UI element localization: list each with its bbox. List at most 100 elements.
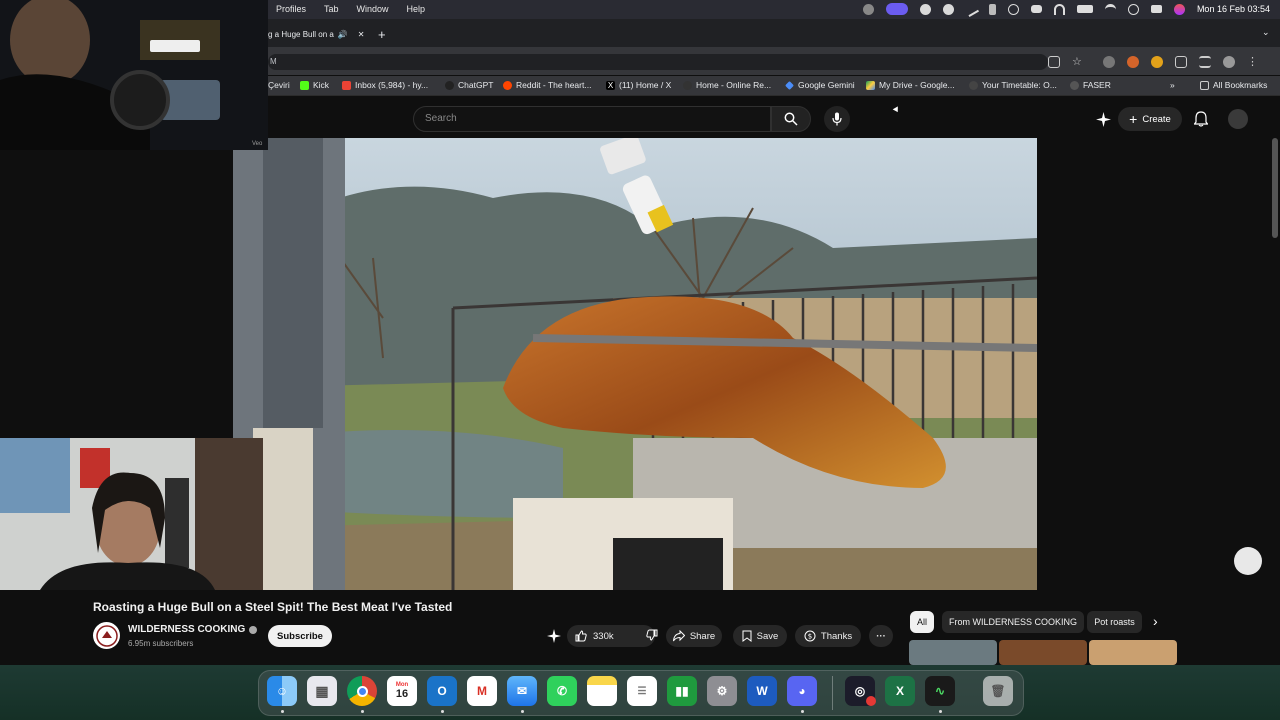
tab-search-icon[interactable]: ⌄ [1262, 27, 1270, 38]
all-bookmarks-folder[interactable]: All Bookmarks [1200, 80, 1267, 90]
share-button[interactable]: Share [666, 625, 722, 647]
running-indicator [801, 710, 804, 713]
menu-tab[interactable]: Tab [324, 4, 339, 14]
reminders-icon[interactable]: ☰ [627, 676, 657, 706]
thumbs-down-icon [645, 629, 658, 641]
mail-icon[interactable]: ✉ [507, 676, 537, 706]
channel-avatar[interactable] [93, 622, 120, 649]
calendar-icon[interactable]: Mon 16 [387, 676, 417, 706]
chip-pot-roasts[interactable]: Pot roasts [1087, 611, 1142, 633]
channel-watermark[interactable] [1234, 547, 1262, 575]
bookmark-drive[interactable]: My Drive - Google... [866, 80, 955, 90]
stocks-icon[interactable]: ∿ [925, 676, 955, 706]
close-tab-icon[interactable]: ✕ [358, 30, 365, 39]
extension-1-icon[interactable] [1103, 56, 1115, 68]
search-input[interactable]: Search [413, 106, 771, 132]
extensions-puzzle-icon[interactable] [1175, 56, 1187, 68]
share-label: Share [689, 630, 716, 642]
notes-icon[interactable] [587, 676, 617, 706]
bookmark-gemini[interactable]: Google Gemini [785, 80, 855, 90]
recommended-thumbnail[interactable] [999, 640, 1087, 665]
audio-icon[interactable]: 🔊 [338, 30, 348, 39]
save-button[interactable]: Save [733, 625, 787, 647]
excel-icon[interactable]: X [885, 676, 915, 706]
menu-profiles[interactable]: Profiles [276, 4, 306, 14]
gmail-icon[interactable]: M [467, 676, 497, 706]
channel-name[interactable]: WILDERNESS COOKING [128, 624, 258, 635]
recommended-thumbnail[interactable] [909, 640, 997, 665]
bookmark-chatgpt[interactable]: ChatGPT [445, 80, 493, 90]
profile-avatar-icon[interactable] [1223, 56, 1235, 68]
settings-icon[interactable]: ⚙ [707, 676, 737, 706]
numbers-icon[interactable]: ▮▮ [667, 676, 697, 706]
bookmark-reddit[interactable]: Reddit - The heart... [503, 80, 591, 90]
chrome-menu-icon[interactable]: ⋮ [1247, 56, 1259, 68]
finder-icon[interactable]: ☺ [267, 676, 297, 706]
siri-icon[interactable] [1173, 3, 1185, 15]
browser-tab[interactable]: g a Huge Bull on a 🔊 ✕ [268, 24, 368, 44]
install-app-icon[interactable] [1048, 56, 1060, 68]
bookmark-label: FASER [1083, 80, 1111, 90]
voice-search-button[interactable] [824, 106, 850, 132]
wifi-icon[interactable] [1104, 3, 1116, 15]
recommended-thumbnail[interactable] [1089, 640, 1177, 665]
bookmark-label: Home - Online Re... [696, 80, 772, 90]
bookmark-gmail[interactable]: Inbox (5,984) - hy... [342, 80, 428, 90]
notifications-bell-icon[interactable] [1193, 111, 1209, 132]
media-control-icon[interactable] [1199, 56, 1211, 68]
pen-icon[interactable] [963, 1, 979, 17]
word-icon[interactable]: W [747, 676, 777, 706]
screen-record-icon[interactable] [885, 3, 908, 15]
menu-window[interactable]: Window [357, 4, 389, 14]
menu-help[interactable]: Help [407, 4, 426, 14]
like-button[interactable]: 330k [575, 630, 614, 642]
create-button[interactable]: + Create [1118, 107, 1182, 131]
bookmark-kick[interactable]: Kick [300, 80, 329, 90]
launchpad-icon[interactable]: ▦ [307, 676, 337, 706]
address-bar[interactable]: M [268, 54, 1048, 70]
video-player[interactable] [233, 138, 1037, 590]
clock[interactable]: Mon 16 Feb 03:54 [1197, 4, 1270, 14]
reddit-icon [503, 80, 512, 90]
extension-3-icon[interactable] [1151, 56, 1163, 68]
status-dot-icon[interactable] [919, 3, 931, 15]
bottle-icon[interactable] [988, 3, 996, 15]
outlook-icon[interactable]: O [427, 676, 457, 706]
subscribe-button[interactable]: Subscribe [268, 625, 332, 647]
play-icon[interactable] [1007, 3, 1019, 15]
more-actions-button[interactable]: ··· [869, 625, 893, 647]
scrollbar[interactable] [1272, 138, 1278, 238]
chatgpt-icon [445, 80, 454, 90]
bookmark-ceviri[interactable]: Çeviri [268, 80, 290, 90]
battery-icon[interactable] [1076, 5, 1093, 13]
new-tab-icon[interactable]: + [378, 27, 386, 42]
account-avatar[interactable] [1228, 109, 1248, 129]
bookmark-timetable[interactable]: Your Timetable: O... [969, 80, 1057, 90]
bookmark-online-re[interactable]: Home - Online Re... [683, 80, 771, 90]
thanks-button[interactable]: $ Thanks [795, 625, 861, 647]
toolbar-icons: ☆ [1048, 56, 1084, 68]
whatsapp-icon[interactable]: ✆ [547, 676, 577, 706]
car-icon[interactable] [1030, 5, 1042, 13]
chrome-icon[interactable] [347, 676, 377, 706]
bookmark-faser[interactable]: FASER [1070, 80, 1111, 90]
spotlight-search-icon[interactable] [1127, 3, 1139, 15]
chip-from-channel[interactable]: From WILDERNESS COOKING [942, 611, 1085, 633]
search-button[interactable] [771, 106, 811, 132]
folder-icon [1200, 80, 1209, 90]
discord-icon[interactable]: ◕ [787, 676, 817, 706]
control-center-icon[interactable] [1150, 5, 1162, 13]
bookmark-x[interactable]: X (11) Home / X [606, 80, 671, 90]
spotify-icon[interactable] [942, 3, 954, 15]
dislike-button[interactable] [645, 629, 658, 644]
chip-all[interactable]: All [910, 611, 935, 633]
headphones-icon[interactable] [1053, 3, 1065, 15]
ask-gemini-icon[interactable] [547, 629, 561, 648]
gemini-sparkle-icon[interactable] [1096, 112, 1111, 132]
bookmark-star-icon[interactable]: ☆ [1072, 56, 1084, 68]
status-app-icon[interactable] [862, 3, 874, 15]
trash-icon[interactable]: 🗑 [983, 676, 1013, 706]
chevron-right-icon[interactable]: › [1153, 613, 1158, 629]
bookmarks-overflow[interactable]: » [1170, 80, 1175, 90]
extension-2-icon[interactable] [1127, 56, 1139, 68]
